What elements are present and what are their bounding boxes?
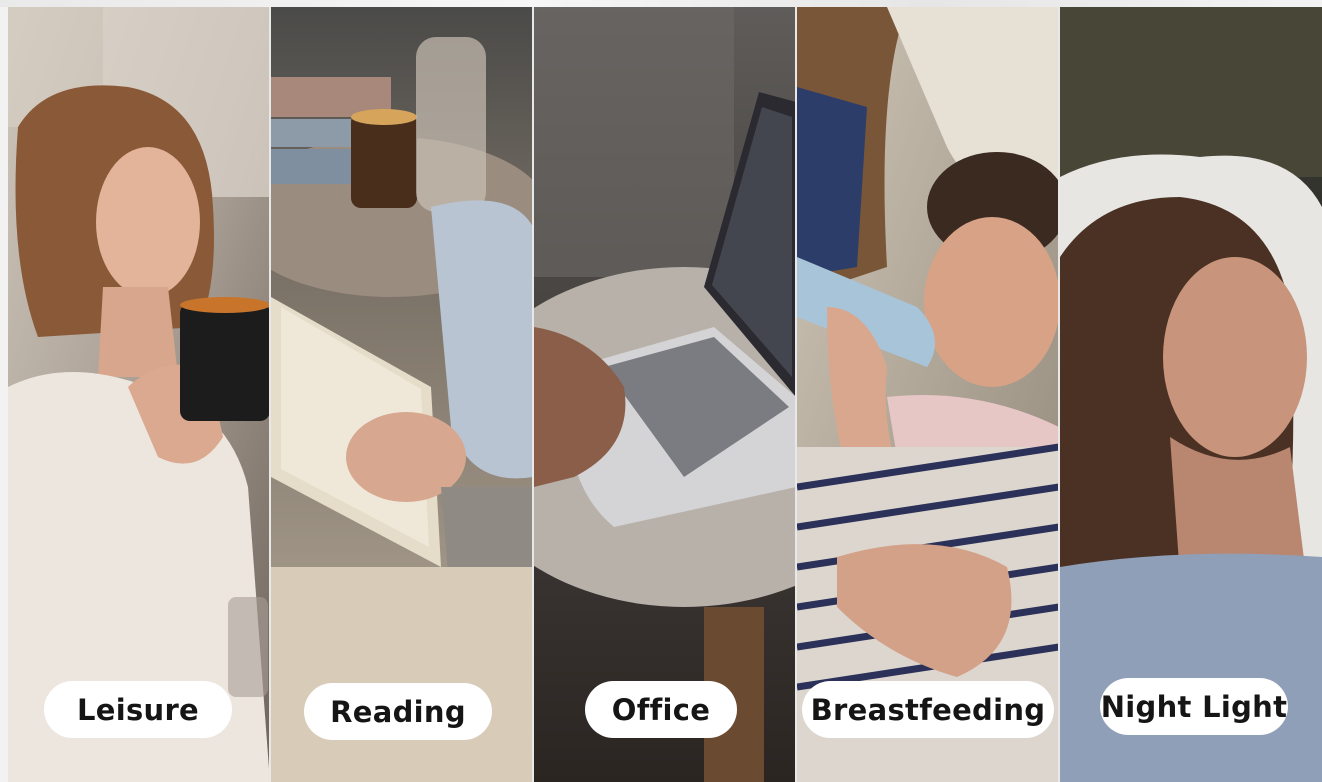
scene-panel-reading: Reading xyxy=(271,7,533,782)
left-border-strip xyxy=(0,7,8,782)
scene-panel-office: Office xyxy=(534,7,796,782)
scene-panel-breastfeeding: Breastfeeding xyxy=(797,7,1059,782)
breastfeeding-photo xyxy=(797,7,1059,782)
scene-label-breastfeeding: Breastfeeding xyxy=(802,681,1054,738)
scene-panel-night-light: Night Light xyxy=(1060,7,1322,782)
scene-label-leisure: Leisure xyxy=(44,681,232,738)
office-photo xyxy=(534,7,796,782)
scene-label-reading: Reading xyxy=(304,683,492,740)
leisure-photo xyxy=(8,7,270,782)
top-border-strip xyxy=(0,0,1322,7)
scene-panel-leisure: Leisure xyxy=(8,7,270,782)
reading-photo xyxy=(271,7,533,782)
night-light-photo xyxy=(1060,7,1322,782)
scene-label-office: Office xyxy=(585,681,737,738)
scene-label-night-light: Night Light xyxy=(1100,678,1288,735)
